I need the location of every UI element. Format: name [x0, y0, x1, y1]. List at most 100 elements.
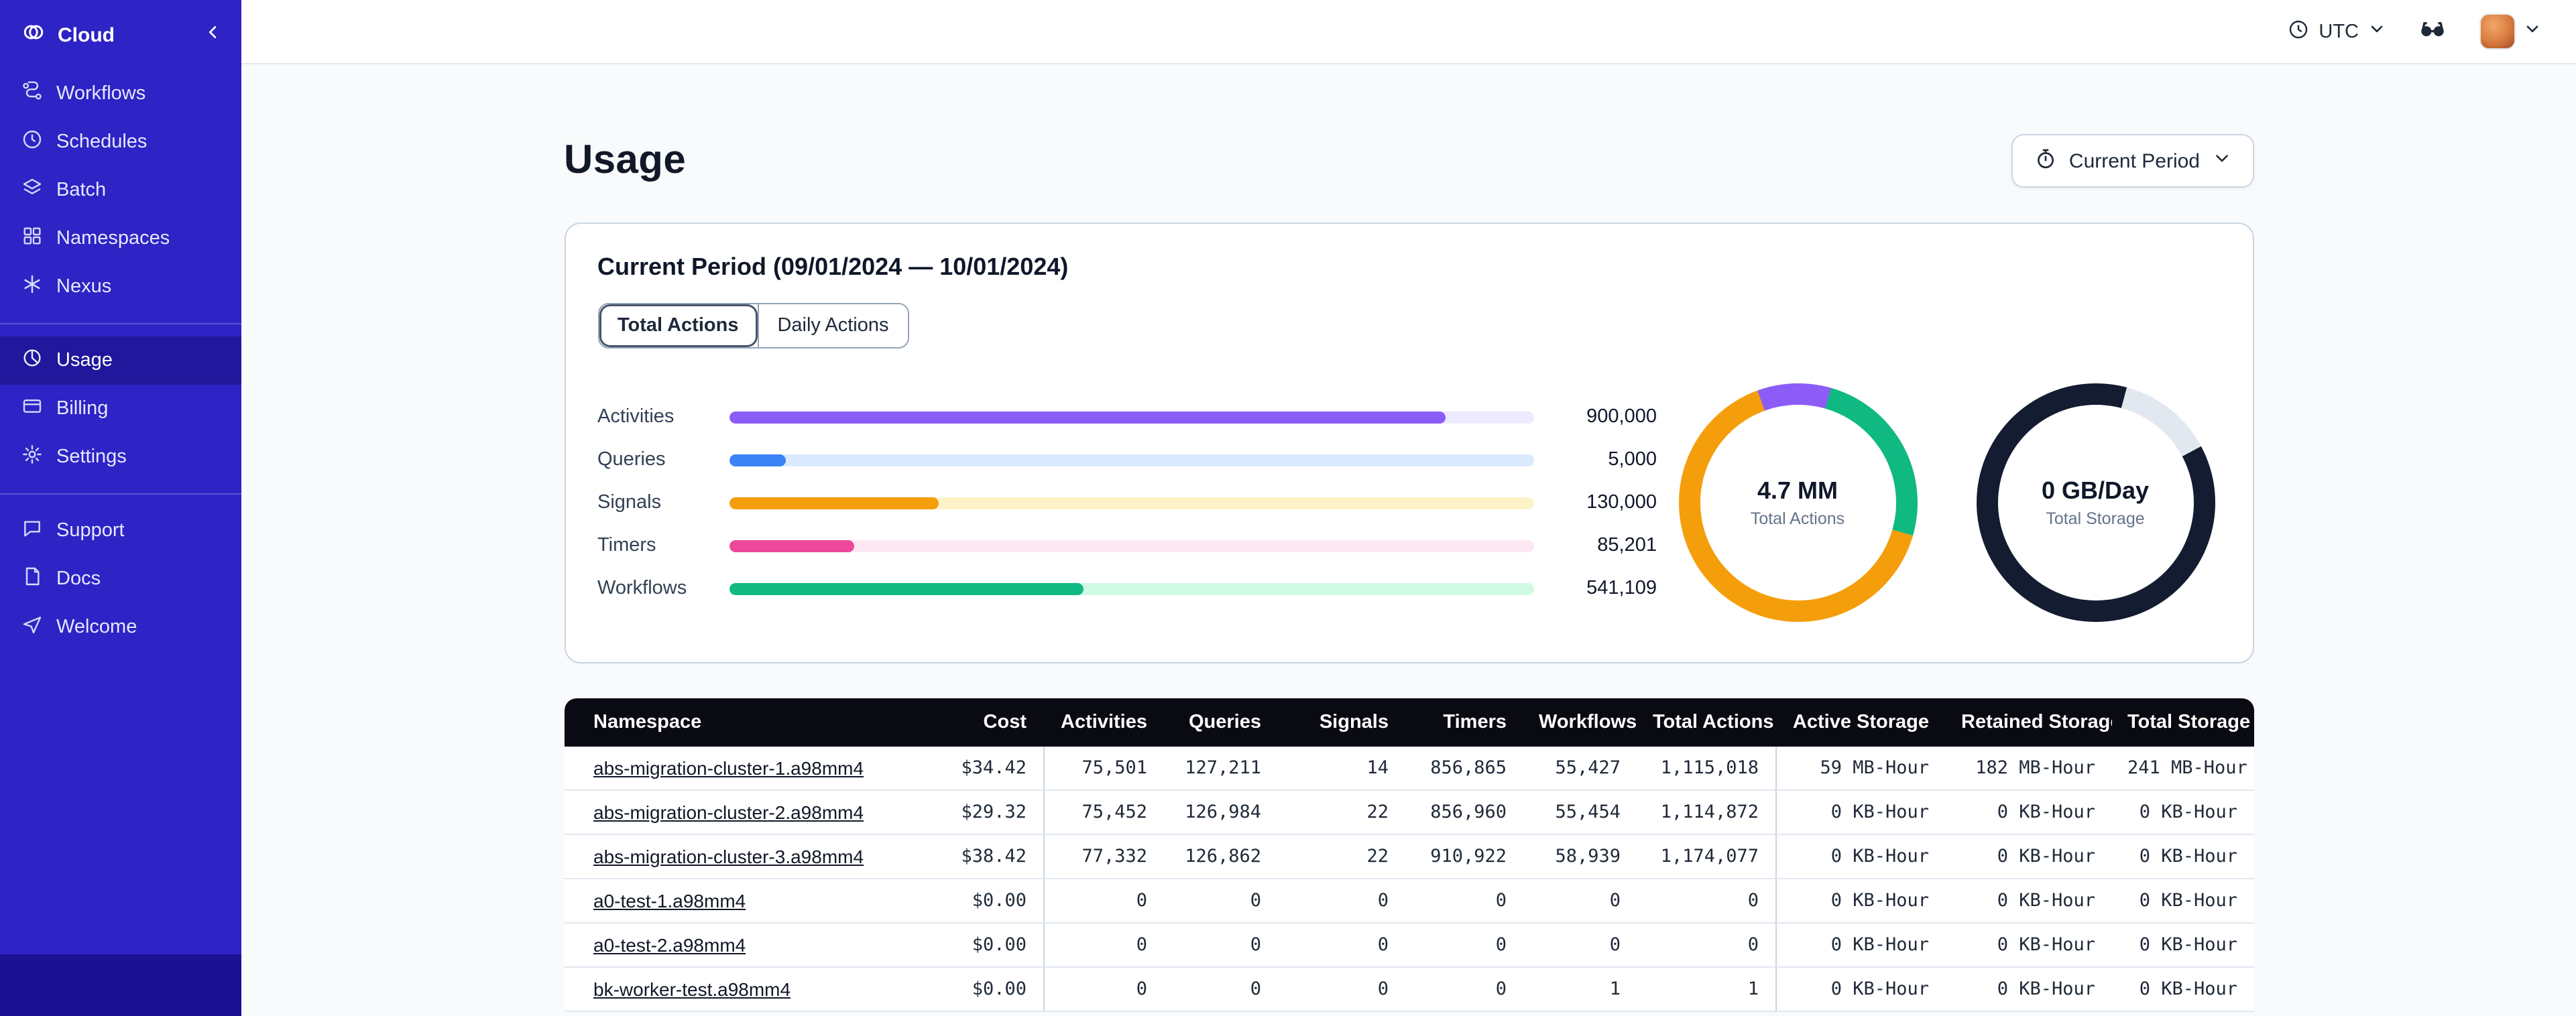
total-actions-cell: 1,115,018 — [1637, 747, 1775, 791]
timezone-label: UTC — [2319, 21, 2359, 42]
tab-total-actions[interactable]: Total Actions — [599, 304, 758, 347]
sidebar-item-workflows[interactable]: Workflows — [0, 70, 241, 118]
total-actions-cell: 0 — [1637, 879, 1775, 924]
sidebar-item-billing[interactable]: Billing — [0, 385, 241, 433]
sidebar-item-welcome[interactable]: Welcome — [0, 603, 241, 651]
sidebar-collapse-chevron-left-icon[interactable] — [204, 23, 223, 47]
sidebar-item-settings[interactable]: Settings — [0, 433, 241, 481]
timers-cell: 856,960 — [1405, 791, 1523, 835]
workflows-cell: 58,939 — [1523, 835, 1637, 879]
namespace-link[interactable]: a0-test-1.a98mm4 — [593, 890, 746, 911]
queries-cell: 0 — [1163, 879, 1277, 924]
donut-value: 4.7 MM — [1757, 477, 1838, 504]
page-scroll-area[interactable]: Usage Current Period Current Period (09/… — [241, 64, 2576, 1016]
cost-cell: $0.00 — [915, 924, 1043, 968]
sidebar-item-label: Billing — [56, 398, 109, 420]
namespace-cell: a0-test-2.a98mm4 — [564, 924, 915, 968]
sidebar-item-usage[interactable]: Usage — [0, 336, 241, 385]
timers-cell: 0 — [1405, 968, 1523, 1012]
namespace-link[interactable]: a0-test-2.a98mm4 — [593, 934, 746, 956]
queries-cell: 126,984 — [1163, 791, 1277, 835]
timezone-selector[interactable]: UTC — [2288, 18, 2386, 45]
period-selector-button[interactable]: Current Period — [2011, 134, 2253, 188]
sidebar-item-label: Settings — [56, 446, 127, 468]
meter-row-activities: Activities 900,000 — [597, 395, 1657, 438]
column-header-active-storage: Active Storage — [1775, 698, 1945, 747]
workflows-cell: 55,427 — [1523, 747, 1637, 791]
sidebar-item-label: Namespaces — [56, 228, 170, 249]
column-header-retained-storage: Retained Storage — [1945, 698, 2111, 747]
user-menu[interactable] — [2479, 13, 2541, 50]
namespace-link[interactable]: bk-worker-test.a98mm4 — [593, 978, 791, 1000]
sidebar-divider — [0, 493, 241, 495]
retained-storage-cell: 0 KB-Hour — [1945, 791, 2111, 835]
meter-bar — [729, 497, 1533, 509]
usage-meters: Activities 900,000 Queries 5,000 Signals — [597, 395, 1657, 610]
actions-tab-group: Total Actions Daily Actions — [597, 303, 909, 348]
sidebar-item-label: Usage — [56, 350, 113, 371]
namespace-cell: bk-worker-test.a98mm4 — [564, 968, 915, 1012]
brand-row: Cloud — [0, 0, 241, 70]
nexus-icon — [21, 273, 43, 300]
cost-cell: $34.42 — [915, 747, 1043, 791]
meter-label: Queries — [597, 449, 666, 470]
workflows-icon — [21, 80, 43, 107]
signals-cell: 22 — [1277, 791, 1405, 835]
page-title: Usage — [564, 138, 687, 182]
temporal-logo-icon — [21, 20, 46, 50]
retained-storage-cell: 182 MB-Hour — [1945, 747, 2111, 791]
retained-storage-cell: 0 KB-Hour — [1945, 968, 2111, 1012]
meter-bar — [729, 411, 1533, 423]
total-storage-donut: 0 GB/Day Total Storage — [1976, 383, 2215, 622]
tab-daily-actions[interactable]: Daily Actions — [757, 304, 908, 347]
batch-icon — [21, 177, 43, 204]
table-header-row: Namespace Cost Activities Queries Signal… — [564, 698, 2253, 747]
sidebar-item-nexus[interactable]: Nexus — [0, 263, 241, 311]
avatar — [2479, 13, 2516, 50]
donut-label: Total Storage — [2046, 509, 2145, 528]
activities-cell: 77,332 — [1043, 835, 1163, 879]
sidebar-item-support[interactable]: Support — [0, 507, 241, 555]
sidebar-item-namespaces[interactable]: Namespaces — [0, 214, 241, 263]
queries-cell: 0 — [1163, 924, 1277, 968]
sidebar-item-label: Batch — [56, 180, 107, 201]
topbar: UTC — [241, 0, 2576, 64]
namespace-link[interactable]: abs-migration-cluster-3.a98mm4 — [593, 846, 864, 867]
meter-value: 5,000 — [1608, 449, 1657, 470]
timers-cell: 0 — [1405, 924, 1523, 968]
namespace-cell: abs-migration-cluster-2.a98mm4 — [564, 791, 915, 835]
sidebar-item-schedules[interactable]: Schedules — [0, 118, 241, 166]
meter-row-timers: Timers 85,201 — [597, 524, 1657, 567]
card-title: Current Period (09/01/2024 — 10/01/2024) — [597, 253, 1069, 280]
activities-cell: 75,452 — [1043, 791, 1163, 835]
stopwatch-icon — [2034, 147, 2057, 175]
namespace-cell: abs-migration-cluster-1.a98mm4 — [564, 747, 915, 791]
total-storage-cell: 0 KB-Hour — [2111, 835, 2253, 879]
column-header-namespace: Namespace — [564, 698, 915, 747]
schedules-icon — [21, 129, 43, 155]
namespace-link[interactable]: abs-migration-cluster-1.a98mm4 — [593, 757, 864, 779]
meter-row-workflows: Workflows 541,109 — [597, 567, 1657, 610]
active-storage-cell: 0 KB-Hour — [1775, 879, 1945, 924]
timers-cell: 856,865 — [1405, 747, 1523, 791]
meter-row-queries: Queries 5,000 — [597, 438, 1657, 481]
sidebar-item-batch[interactable]: Batch — [0, 166, 241, 214]
workflows-cell: 55,454 — [1523, 791, 1637, 835]
total-storage-cell: 241 MB-Hour — [2111, 747, 2253, 791]
meter-value: 541,109 — [1586, 578, 1657, 599]
column-header-signals: Signals — [1277, 698, 1405, 747]
sidebar-item-docs[interactable]: Docs — [0, 555, 241, 603]
usage-icon — [21, 347, 43, 374]
sidebar-item-label: Workflows — [56, 83, 146, 105]
retained-storage-cell: 0 KB-Hour — [1945, 924, 2111, 968]
namespaces-icon — [21, 225, 43, 252]
glasses-icon[interactable] — [2418, 13, 2447, 50]
retained-storage-cell: 0 KB-Hour — [1945, 835, 2111, 879]
meter-bar — [729, 539, 1533, 552]
column-header-total-storage: Total Storage — [2111, 698, 2253, 747]
activities-cell: 0 — [1043, 879, 1163, 924]
namespace-link[interactable]: abs-migration-cluster-2.a98mm4 — [593, 802, 864, 823]
total-actions-cell: 1,174,077 — [1637, 835, 1775, 879]
queries-cell: 0 — [1163, 968, 1277, 1012]
signals-cell: 22 — [1277, 835, 1405, 879]
